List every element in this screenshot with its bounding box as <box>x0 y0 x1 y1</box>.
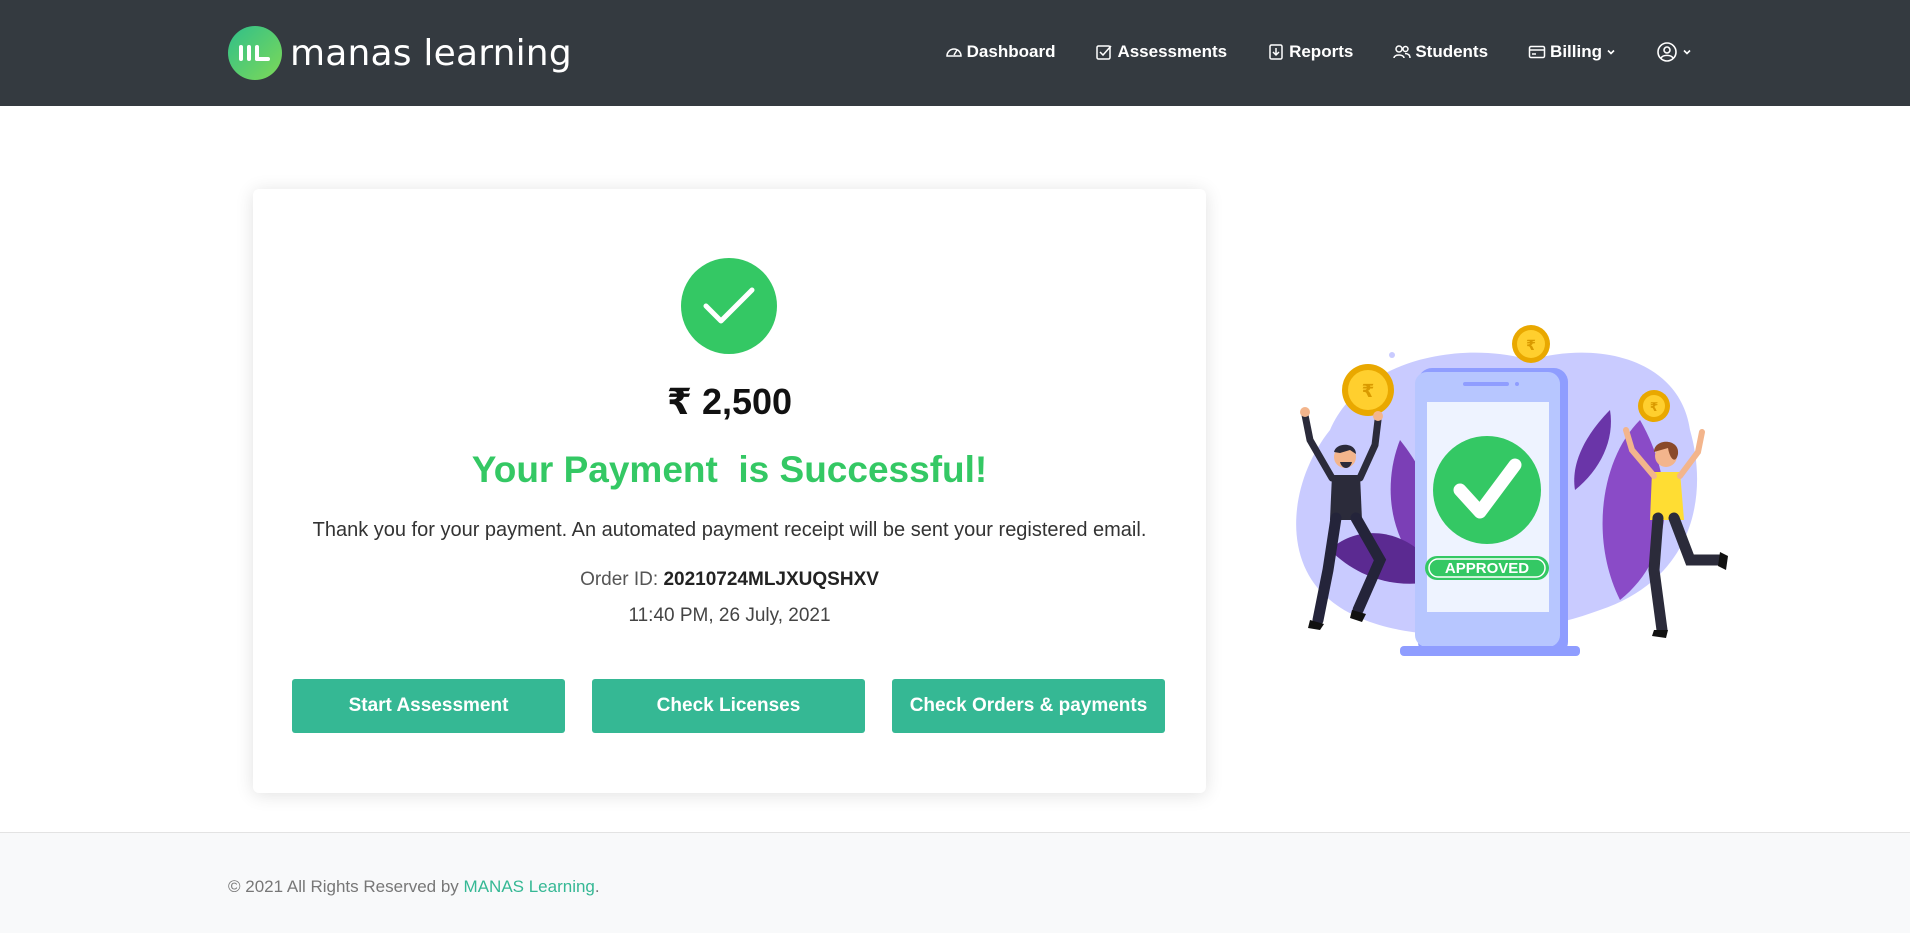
nav-assessments-label: Assessments <box>1117 42 1228 61</box>
svg-text:₹: ₹ <box>1526 338 1536 354</box>
brand-name: manas learning <box>290 32 572 74</box>
copyright-prefix: © 2021 All Rights Reserved by <box>228 877 464 896</box>
credit-card-icon <box>1528 43 1546 61</box>
page-footer: © 2021 All Rights Reserved by MANAS Lear… <box>0 832 1910 933</box>
nav-students-label: Students <box>1415 42 1489 61</box>
svg-text:₹: ₹ <box>1650 400 1658 414</box>
nav-billing-label: Billing <box>1550 42 1602 61</box>
payment-datetime: 11:40 PM, 26 July, 2021 <box>628 605 831 626</box>
copyright-suffix: . <box>594 877 600 896</box>
success-headline: Your Payment is Successful! <box>471 449 988 490</box>
approved-badge-label: APPROVED <box>1445 560 1529 577</box>
svg-text:₹: ₹ <box>1362 381 1375 402</box>
chevron-down-icon <box>1682 47 1692 57</box>
logo-mark-icon <box>228 26 282 80</box>
checkbox-icon <box>1095 43 1113 61</box>
copyright-text: © 2021 All Rights Reserved by MANAS Lear… <box>228 877 600 897</box>
brand-logo-link[interactable]: manas learning <box>228 26 572 80</box>
payment-success-card: ₹ 2,500 Your Payment is Successful! Than… <box>253 189 1206 793</box>
top-navbar: manas learning Dashboard Assessments Rep… <box>0 0 1910 106</box>
check-licenses-button[interactable]: Check Licenses <box>592 679 865 733</box>
chevron-down-icon <box>1606 47 1616 57</box>
order-id-line: Order ID: 20210724MLJXUQSHXV <box>253 569 1206 591</box>
nav-assessments[interactable]: Assessments <box>1095 42 1227 62</box>
start-assessment-button[interactable]: Start Assessment <box>292 679 565 733</box>
main-nav: Dashboard Assessments Reports Students B… <box>905 38 1692 66</box>
download-doc-icon <box>1267 43 1285 61</box>
receipt-message: Thank you for your payment. An automated… <box>312 519 1147 541</box>
check-orders-payments-button[interactable]: Check Orders & payments <box>892 679 1165 733</box>
manas-learning-link[interactable]: MANAS Learning <box>464 877 595 896</box>
nav-billing[interactable]: Billing <box>1528 42 1616 62</box>
payment-amount: ₹ 2,500 <box>666 381 793 422</box>
nav-reports-label: Reports <box>1289 42 1354 61</box>
order-id-label: Order ID: <box>580 569 664 590</box>
success-check-icon <box>681 258 777 354</box>
nav-dashboard[interactable]: Dashboard <box>945 42 1056 62</box>
order-id-value: 20210724MLJXUQSHXV <box>663 569 879 590</box>
nav-dashboard-label: Dashboard <box>966 42 1056 61</box>
nav-students[interactable]: Students <box>1393 42 1488 62</box>
user-menu[interactable] <box>1656 41 1692 63</box>
nav-reports[interactable]: Reports <box>1267 42 1353 62</box>
people-icon <box>1393 43 1412 61</box>
speedometer-icon <box>945 43 963 61</box>
user-circle-icon <box>1657 42 1677 62</box>
payment-approved-illustration: APPROVED ₹ ₹ ₹ <box>1296 325 1728 656</box>
